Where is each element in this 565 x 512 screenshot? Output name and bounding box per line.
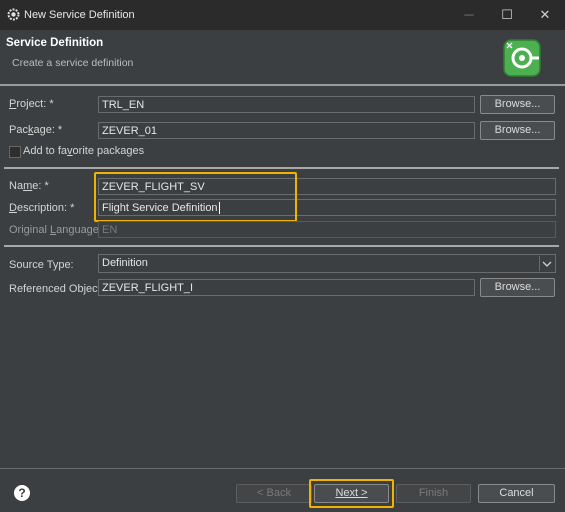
referenced-object-browse-button[interactable]: Browse... bbox=[480, 278, 555, 297]
section-separator-2 bbox=[4, 245, 559, 247]
chevron-down-icon bbox=[539, 256, 554, 271]
back-button[interactable]: < Back bbox=[236, 484, 312, 503]
project-label: Project: * bbox=[9, 98, 54, 110]
description-label: Description: * bbox=[9, 202, 75, 214]
name-label: Name: * bbox=[9, 180, 49, 192]
maximize-icon[interactable]: ☐ bbox=[495, 5, 519, 25]
favorite-packages-label: Add to favorite packages bbox=[23, 145, 145, 157]
page-subtitle: Create a service definition bbox=[12, 57, 134, 69]
footer-separator bbox=[0, 468, 565, 469]
project-browse-button[interactable]: Browse... bbox=[480, 95, 555, 114]
close-icon[interactable]: ✕ bbox=[533, 5, 557, 25]
original-language-field: EN bbox=[98, 221, 556, 238]
referenced-object-label: Referenced Object: bbox=[9, 283, 104, 295]
favorite-packages-checkbox[interactable] bbox=[9, 146, 21, 158]
finish-button[interactable]: Finish bbox=[396, 484, 471, 503]
help-icon[interactable]: ? bbox=[14, 485, 30, 501]
minimize-icon[interactable]: ─ bbox=[457, 5, 481, 25]
project-field[interactable]: TRL_EN bbox=[98, 96, 475, 113]
source-type-select[interactable]: Definition bbox=[98, 254, 556, 273]
page-title: Service Definition bbox=[6, 37, 104, 49]
package-field[interactable]: ZEVER_01 bbox=[98, 122, 475, 139]
gear-icon bbox=[7, 8, 20, 21]
window-title: New Service Definition bbox=[24, 9, 135, 21]
service-definition-wizard-icon bbox=[503, 39, 541, 77]
original-language-label: Original Language: bbox=[9, 224, 102, 236]
package-browse-button[interactable]: Browse... bbox=[480, 121, 555, 140]
next-button-highlight bbox=[309, 479, 394, 508]
cancel-button[interactable]: Cancel bbox=[478, 484, 555, 503]
name-description-highlight bbox=[94, 172, 297, 222]
package-label: Package: * bbox=[9, 124, 63, 136]
header-separator bbox=[0, 84, 565, 86]
source-type-label: Source Type: bbox=[9, 259, 74, 271]
referenced-object-field[interactable]: ZEVER_FLIGHT_I bbox=[98, 279, 475, 296]
section-separator bbox=[4, 167, 559, 169]
